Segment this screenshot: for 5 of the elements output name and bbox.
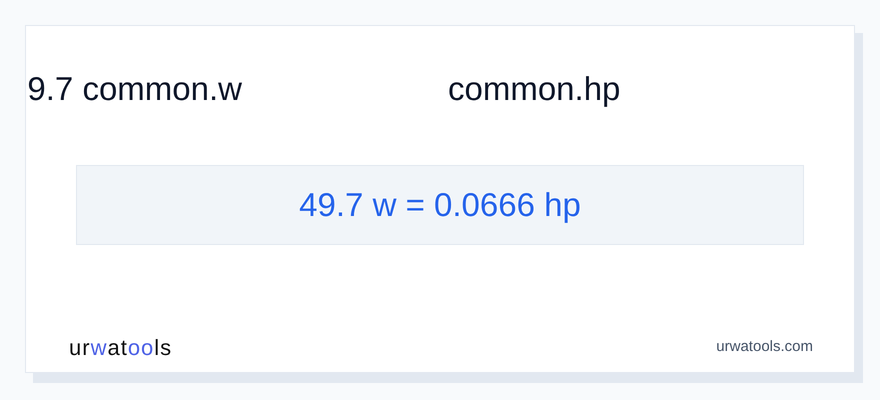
logo: urwatools (69, 334, 172, 362)
site-url: urwatools.com (716, 337, 813, 358)
unit-label: 9.7 common.w (27, 69, 242, 109)
unit-label: common.hp (448, 69, 620, 109)
result-text: 49.7 w = 0.0666 hp (76, 165, 804, 245)
